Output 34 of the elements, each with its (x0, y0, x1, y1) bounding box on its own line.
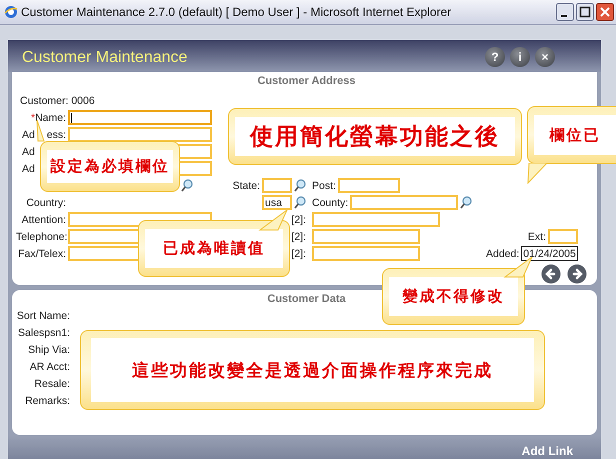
section-heading: Customer Address (257, 74, 356, 89)
app-title: Customer Maintenance (22, 48, 188, 67)
field-label: [2]: (291, 214, 306, 226)
customer-number: Customer: 0006 (20, 95, 95, 107)
callout-tooltip: 已成為唯讀值 (138, 220, 290, 277)
field-label: State: (232, 180, 260, 192)
field-label: [2]: (291, 248, 306, 260)
field-label: [2]: (291, 230, 306, 242)
field-label: Ad (22, 162, 35, 174)
field-label: Fax/Telex: (17, 248, 66, 260)
field-label: Resale: (33, 378, 70, 390)
field-label: Ad (22, 146, 35, 158)
field-label: Attention: (20, 214, 66, 226)
field-label: Telephone: (16, 230, 66, 242)
window-title: Customer Maintenance 2.7.0 (default) [ Demo User ] - Microsoft Internet Explorer (21, 5, 452, 19)
field-label: *Name: (30, 112, 66, 124)
field-label: Salespsn1: (17, 326, 70, 338)
field-label: ess: (46, 128, 66, 140)
field-label: AR Acct: (28, 360, 70, 372)
field-label: Ship Via: (27, 344, 70, 356)
callout-tooltip: 使用簡化螢幕功能之後 (228, 108, 522, 165)
field-label: Country: (25, 196, 66, 208)
field-label: Ext: (528, 230, 546, 242)
field-label: Ad (22, 128, 35, 140)
field-label: County: (312, 196, 348, 208)
field-label: Sort Name: (16, 310, 70, 322)
callout-tooltip: 變成不得修改 (382, 268, 525, 325)
callout-tooltip: 這些功能改變全是透過介面操作程序來完成 (80, 330, 545, 410)
field-label: Remarks: (24, 394, 70, 406)
callout-tooltip: 設定為必填欄位 (40, 141, 180, 192)
field-label: Post: (312, 180, 336, 192)
field-label: Added: (486, 248, 520, 260)
section-heading: Customer Data (267, 292, 346, 307)
callout-tooltip: 欄位已 (527, 106, 616, 164)
